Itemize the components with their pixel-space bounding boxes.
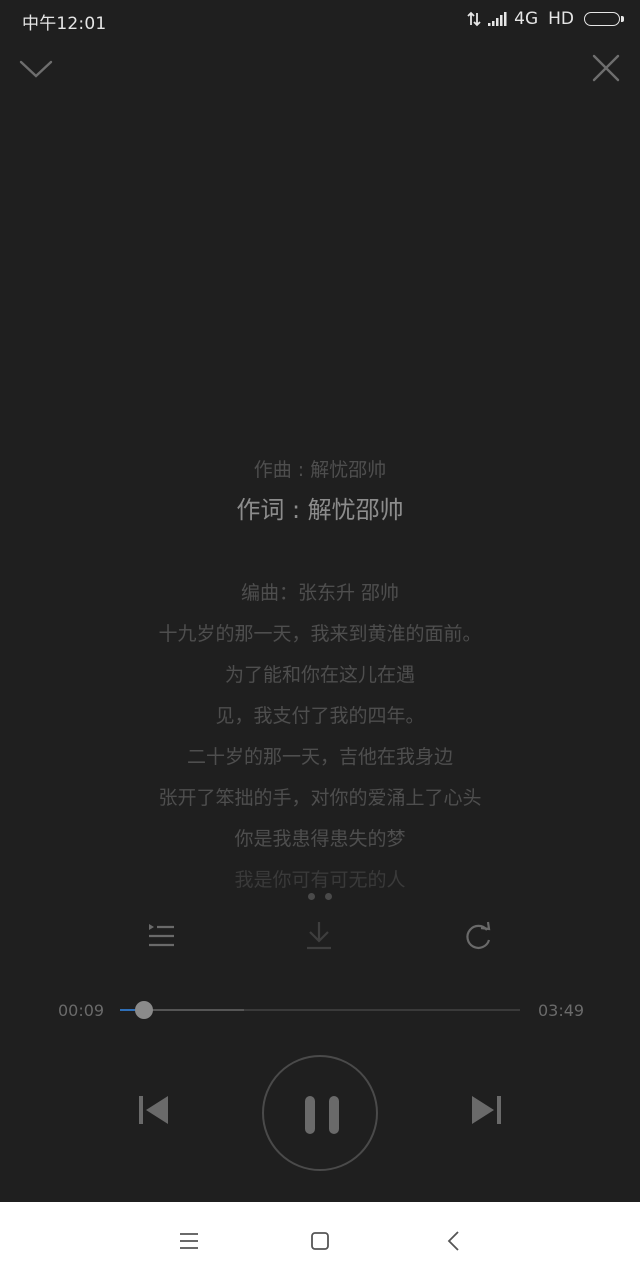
menu-icon xyxy=(180,1233,198,1249)
music-player-screen: 中午12:01 4G HD 作曲: 解忧邵帅 作词: 解忧邵帅 编曲：张东升… xyxy=(0,0,640,1202)
status-indicators: 4G HD xyxy=(466,9,624,29)
previous-button[interactable] xyxy=(134,1088,174,1132)
progress-thumb[interactable] xyxy=(135,1001,153,1019)
status-bar: 中午12:01 4G HD xyxy=(0,0,640,40)
total-time: 03:49 xyxy=(538,1001,585,1020)
back-button[interactable] xyxy=(441,1228,467,1254)
lyric-line: 见，我支付了我的四年。 xyxy=(215,705,425,727)
recent-apps-button[interactable] xyxy=(176,1228,202,1254)
lyric-line: 作曲 : 解忧邵帅 xyxy=(253,459,387,481)
hd-indicator: HD xyxy=(548,9,574,29)
elapsed-time: 00:09 xyxy=(58,1001,105,1020)
close-icon xyxy=(592,54,620,82)
lyric-line: 我是你可有可无的人 xyxy=(234,869,406,890)
lyric-line: 十九岁的那一天，我来到黄淮的面前。 xyxy=(158,623,482,645)
lyric-line-current: 作词 : 解忧邵帅 xyxy=(236,496,404,524)
pause-button[interactable] xyxy=(262,1055,378,1171)
home-button[interactable] xyxy=(307,1228,333,1254)
battery-icon xyxy=(584,12,624,26)
back-icon xyxy=(447,1231,459,1251)
lyrics-panel[interactable]: 作曲 : 解忧邵帅 作词 : 解忧邵帅 编曲：张东升 邵帅 十九岁的那一天，我来… xyxy=(0,440,640,890)
status-time: 中午12:01 xyxy=(22,14,107,34)
skip-previous-icon xyxy=(139,1096,168,1124)
repeat-button[interactable] xyxy=(460,918,496,954)
data-transfer-icon xyxy=(466,11,482,27)
close-button[interactable] xyxy=(590,52,622,84)
collapse-button[interactable] xyxy=(16,52,56,84)
page-indicator xyxy=(0,893,640,900)
lyric-line: 编曲：张东升 邵帅 xyxy=(240,582,400,604)
download-icon xyxy=(307,922,331,950)
pause-icon xyxy=(305,1096,339,1134)
progress-track[interactable] xyxy=(120,1009,520,1011)
playlist-button[interactable] xyxy=(143,918,179,954)
network-type: 4G xyxy=(514,9,539,29)
system-navigation-bar xyxy=(0,1202,640,1280)
lyric-line: 二十岁的那一天，吉他在我身边 xyxy=(186,746,453,768)
download-button[interactable] xyxy=(301,918,337,954)
page-dot-active[interactable] xyxy=(325,893,332,900)
chevron-down-icon xyxy=(19,60,53,78)
signal-strength-icon xyxy=(488,12,508,26)
page-dot[interactable] xyxy=(308,893,315,900)
repeat-icon xyxy=(466,921,491,949)
skip-next-icon xyxy=(472,1096,501,1124)
lyric-line: 你是我患得患失的梦 xyxy=(234,828,406,850)
next-button[interactable] xyxy=(466,1088,506,1132)
home-icon xyxy=(311,1232,329,1250)
lyric-line: 为了能和你在这儿在遇 xyxy=(224,664,415,686)
playlist-icon xyxy=(149,924,174,947)
lyric-line: 张开了笨拙的手，对你的爱涌上了心头 xyxy=(158,787,482,809)
